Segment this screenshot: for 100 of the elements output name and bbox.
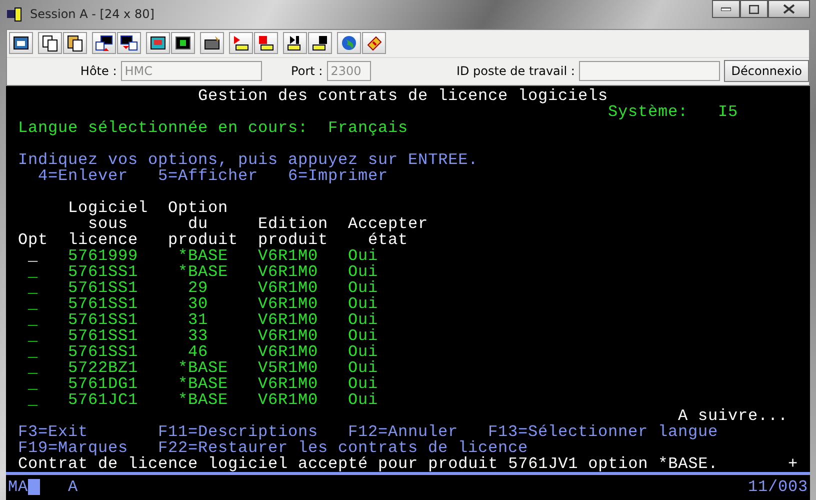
workstation-field[interactable]: [578, 61, 720, 82]
close-icon: [783, 4, 795, 14]
table-cell: 5761999: [68, 248, 138, 264]
screen-icon: [12, 34, 30, 52]
function-key[interactable]: F11=Descriptions: [158, 424, 318, 440]
language-value: Français: [328, 120, 408, 136]
field-label: Hôte :: [80, 64, 117, 78]
option-input[interactable]: _: [28, 376, 38, 392]
table-cell: 5761SS1: [68, 328, 138, 344]
toolbar-button[interactable]: [283, 32, 307, 54]
table-cell: V6R1M0: [258, 392, 318, 408]
system-label: Système:: [608, 104, 688, 120]
help-icon: [365, 34, 383, 52]
toolbar-button[interactable]: [38, 32, 62, 54]
table-cell: V6R1M0: [258, 344, 318, 360]
minimize-icon: [721, 7, 731, 11]
table-cell: *BASE: [178, 376, 228, 392]
option-input[interactable]: _: [28, 312, 38, 328]
option-input[interactable]: _: [28, 264, 38, 280]
toolbar-button[interactable]: [200, 32, 224, 54]
column-header: état: [368, 232, 408, 248]
column-header: Accepter: [348, 216, 428, 232]
table-cell: V6R1M0: [258, 328, 318, 344]
copy-icon: [41, 34, 59, 52]
toolbar-button[interactable]: [229, 32, 253, 54]
window-icon: [120, 34, 138, 52]
toolbar-button[interactable]: [9, 32, 33, 54]
table-cell: 5761DG1: [68, 376, 138, 392]
toolbar-button[interactable]: [63, 32, 87, 54]
close-button[interactable]: [768, 0, 810, 18]
toolbar-button[interactable]: [146, 32, 170, 54]
toolbar-button[interactable]: [117, 32, 141, 54]
column-header: du: [188, 216, 208, 232]
option-input[interactable]: _: [28, 248, 38, 264]
function-key[interactable]: F3=Exit: [18, 424, 88, 440]
disconnect-button[interactable]: Déconnexio: [724, 60, 809, 82]
option-input[interactable]: _: [28, 328, 38, 344]
table-cell: 5722BZ1: [68, 360, 138, 376]
table-cell: *BASE: [178, 248, 228, 264]
table-cell: *BASE: [178, 392, 228, 408]
window-title: Session A - [24 x 80]: [30, 7, 154, 22]
option-legend: 5=Afficher: [158, 168, 258, 184]
table-cell: *BASE: [178, 360, 228, 376]
record-icon: [232, 34, 250, 52]
toolbar-button[interactable]: [171, 32, 195, 54]
toolbar-button[interactable]: [362, 32, 386, 54]
table-cell: 5761SS1: [68, 280, 138, 296]
minimize-button[interactable]: [712, 0, 740, 18]
function-key[interactable]: F13=Sélectionner langue: [488, 424, 718, 440]
table-cell: 33: [188, 328, 208, 344]
table-cell: Oui: [348, 312, 378, 328]
table-cell: *BASE: [178, 264, 228, 280]
option-input[interactable]: _: [28, 280, 38, 296]
keyboard-icon: [203, 34, 221, 52]
table-cell: 29: [188, 280, 208, 296]
table-cell: Oui: [348, 392, 378, 408]
globe-icon: [340, 34, 358, 52]
display-icon: [174, 34, 192, 52]
column-header: Option: [168, 200, 228, 216]
table-cell: V6R1M0: [258, 280, 318, 296]
toolbar-button[interactable]: [254, 32, 278, 54]
table-cell: Oui: [348, 264, 378, 280]
function-key[interactable]: F12=Annuler: [348, 424, 458, 440]
function-key[interactable]: F19=Marques: [18, 440, 128, 456]
table-cell: V6R1M0: [258, 376, 318, 392]
table-cell: Oui: [348, 376, 378, 392]
table-cell: V6R1M0: [258, 264, 318, 280]
table-cell: 46: [188, 344, 208, 360]
input-indicator: A: [68, 478, 78, 496]
paste-icon: [66, 34, 84, 52]
field-label: ID poste de travail :: [456, 64, 575, 78]
more-marker: +: [788, 456, 798, 472]
column-header: Edition: [258, 216, 328, 232]
option-input[interactable]: _: [28, 360, 38, 376]
language-label: Langue sélectionnée en cours:: [18, 120, 308, 136]
table-cell: V6R1M0: [258, 296, 318, 312]
option-input[interactable]: _: [28, 344, 38, 360]
field-label: Port :: [291, 64, 323, 78]
table-cell: 5761JC1: [68, 392, 138, 408]
app-icon: [6, 6, 24, 22]
option-input[interactable]: _: [28, 392, 38, 408]
toolbar-button[interactable]: [92, 32, 116, 54]
table-cell: Oui: [348, 248, 378, 264]
option-input[interactable]: _: [28, 296, 38, 312]
window-icon: [95, 34, 113, 52]
maximize-button[interactable]: [740, 0, 768, 18]
table-cell: V6R1M0: [258, 312, 318, 328]
table-cell: Oui: [348, 280, 378, 296]
column-header: Logiciel: [68, 200, 148, 216]
option-legend: 4=Enlever: [38, 168, 128, 184]
more-indicator: A suivre...: [678, 408, 788, 424]
column-header: produit: [168, 232, 238, 248]
function-key[interactable]: F22=Restaurer les contrats de licence: [158, 440, 528, 456]
maximize-icon: [749, 4, 759, 14]
table-cell: 30: [188, 296, 208, 312]
table-cell: Oui: [348, 328, 378, 344]
toolbar-button[interactable]: [308, 32, 332, 54]
table-cell: 5761SS1: [68, 296, 138, 312]
display-icon: [149, 34, 167, 52]
stop-icon: [257, 34, 275, 52]
